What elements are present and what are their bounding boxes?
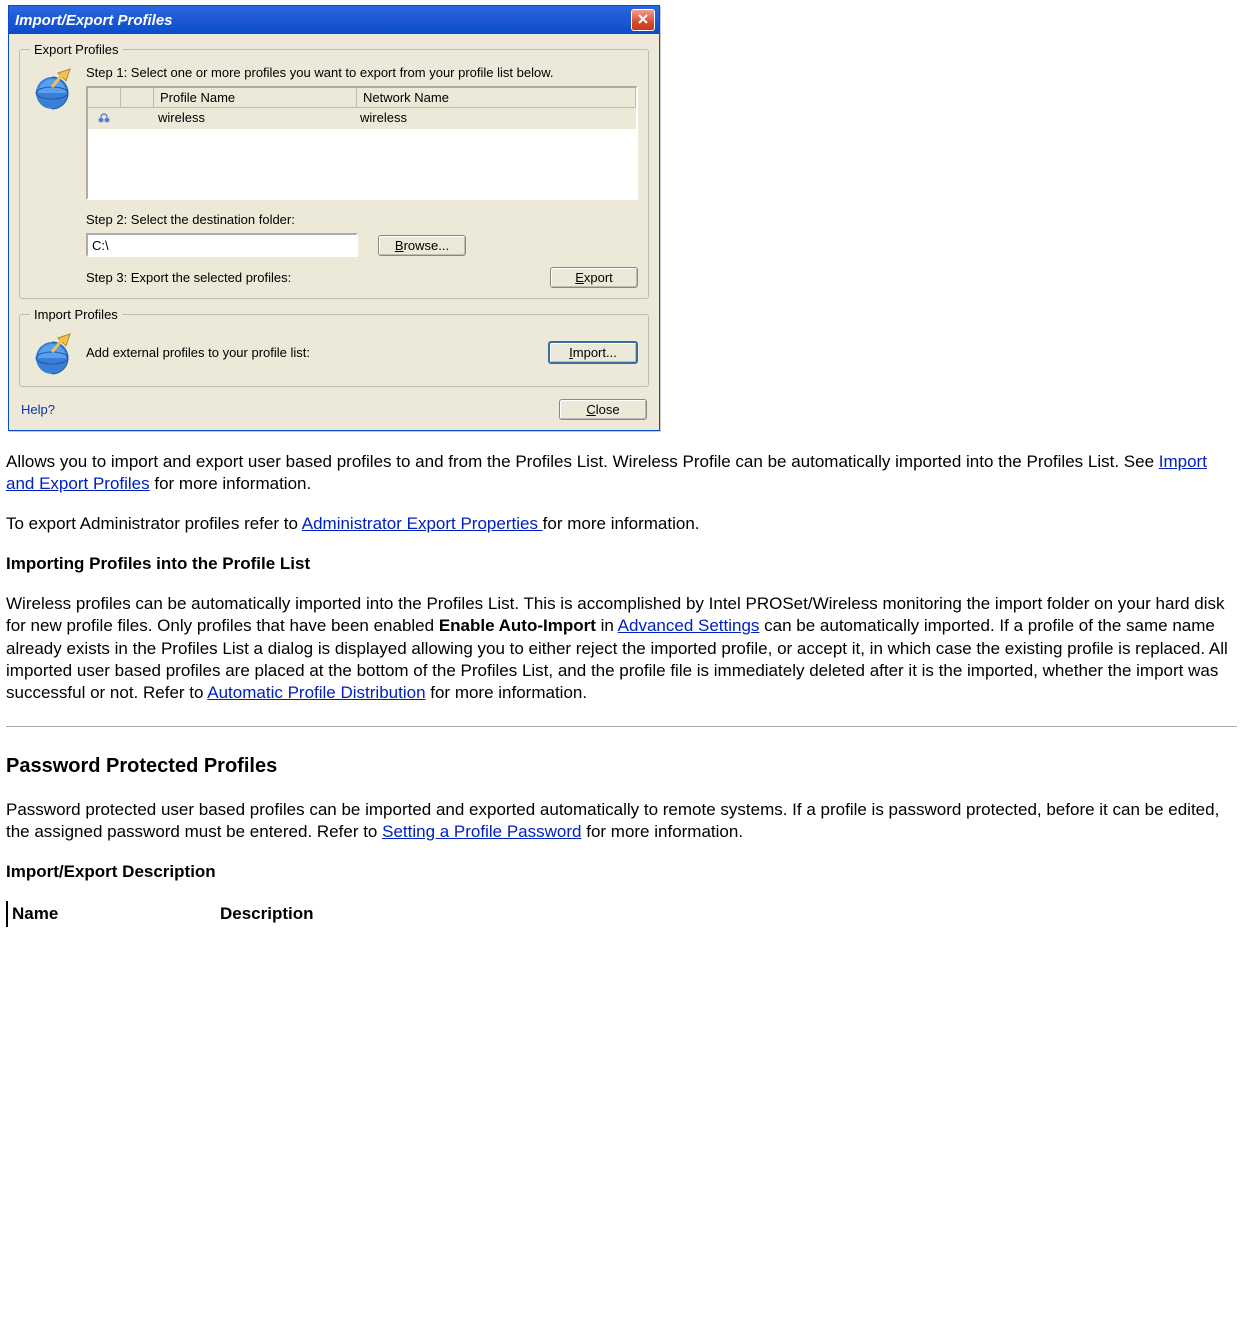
col-network-name[interactable]: Network Name xyxy=(357,88,636,107)
step1-text: Step 1: Select one or more profiles you … xyxy=(86,65,638,80)
link-admin-export-properties[interactable]: Administrator Export Properties xyxy=(302,514,543,533)
export-button[interactable]: Export xyxy=(550,267,638,288)
import-globe-icon xyxy=(30,332,74,376)
table-header: Profile Name Network Name xyxy=(88,88,636,108)
row-network-name: wireless xyxy=(354,108,636,129)
password-paragraph: Password protected user based profiles c… xyxy=(6,799,1237,843)
import-profiles-group: Import Profiles Add external profiles to… xyxy=(19,307,649,387)
link-advanced-settings[interactable]: Advanced Settings xyxy=(618,616,760,635)
dialog-titlebar: Import/Export Profiles xyxy=(9,6,659,34)
profile-type-icon xyxy=(97,110,111,127)
import-text: Add external profiles to your profile li… xyxy=(86,345,310,360)
document-body: Allows you to import and export user bas… xyxy=(0,431,1243,927)
link-automatic-profile-distribution[interactable]: Automatic Profile Distribution xyxy=(207,683,425,702)
importing-details-paragraph: Wireless profiles can be automatically i… xyxy=(6,593,1237,703)
table-row[interactable]: wireless wireless xyxy=(88,108,636,129)
close-button[interactable]: Close xyxy=(559,399,647,420)
import-button[interactable]: Import... xyxy=(548,341,638,364)
section-divider xyxy=(6,726,1237,727)
window-close-button[interactable] xyxy=(631,9,655,31)
import-legend: Import Profiles xyxy=(30,307,122,322)
help-link[interactable]: Help? xyxy=(21,402,55,417)
destination-folder-input[interactable] xyxy=(86,233,358,257)
export-legend: Export Profiles xyxy=(30,42,123,57)
col-name: Name xyxy=(8,901,216,927)
link-setting-profile-password[interactable]: Setting a Profile Password xyxy=(382,822,581,841)
col-description: Description xyxy=(216,901,318,927)
heading-password-protected: Password Protected Profiles xyxy=(6,753,1237,779)
export-globe-icon xyxy=(30,67,74,111)
profile-list-table[interactable]: Profile Name Network Name wireless xyxy=(86,86,638,200)
dialog-title: Import/Export Profiles xyxy=(15,12,173,29)
admin-export-paragraph: To export Administrator profiles refer t… xyxy=(6,513,1237,535)
browse-button[interactable]: Browse... xyxy=(378,235,466,256)
export-profiles-group: Export Profiles Step 1: Select one or mo… xyxy=(19,42,649,299)
close-icon xyxy=(638,11,648,29)
row-profile-name: wireless xyxy=(152,108,354,129)
col-profile-name[interactable]: Profile Name xyxy=(154,88,357,107)
import-export-dialog: Import/Export Profiles Export Profiles xyxy=(8,5,660,431)
step3-text: Step 3: Export the selected profiles: xyxy=(86,270,291,285)
heading-importing-profiles: Importing Profiles into the Profile List xyxy=(6,553,1237,575)
intro-paragraph: Allows you to import and export user bas… xyxy=(6,451,1237,495)
description-table: Name Description xyxy=(6,901,1237,927)
step2-text: Step 2: Select the destination folder: xyxy=(86,212,638,227)
heading-import-export-description: Import/Export Description xyxy=(6,861,1237,883)
dialog-body: Export Profiles Step 1: Select one or mo… xyxy=(9,34,659,430)
